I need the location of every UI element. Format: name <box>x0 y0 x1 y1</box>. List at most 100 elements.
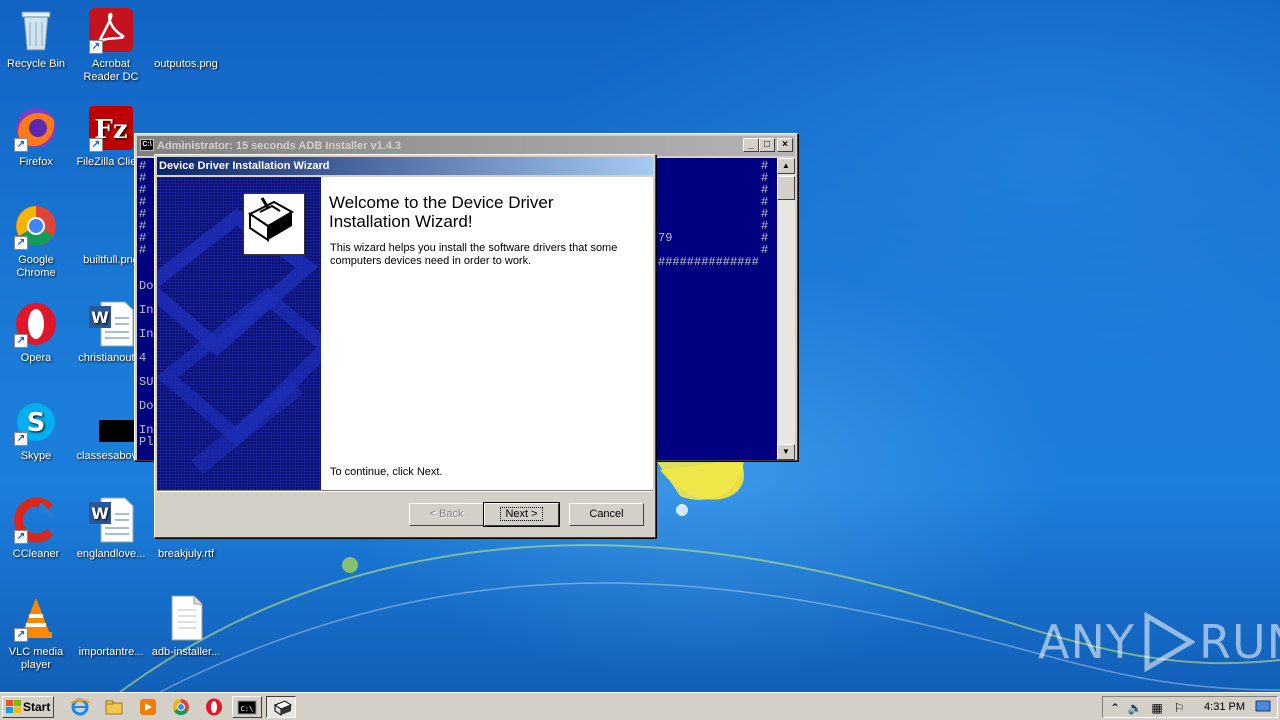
shortcut-arrow-icon: ↗ <box>89 40 103 54</box>
desktop-icon-label: englandlove... <box>76 548 146 560</box>
console-line: SU <box>139 375 154 389</box>
desktop-icon-label: player <box>21 659 51 671</box>
hardware-device-icon <box>243 193 305 255</box>
desktop-icon-englandlove[interactable]: W englandlove... <box>75 496 147 561</box>
console-line: In <box>139 327 154 341</box>
svg-text:W: W <box>91 308 109 327</box>
taskbar-wizard-button[interactable] <box>266 696 296 718</box>
console-hash-row: ############## <box>658 255 759 269</box>
image-file-icon <box>162 6 210 54</box>
firefox-icon: ↗ <box>12 104 60 152</box>
console-scrollbar[interactable]: ▲ ▼ <box>777 158 795 460</box>
desktop-icon-recycle-bin[interactable]: Recycle Bin <box>0 6 72 71</box>
svg-text:S: S <box>27 408 46 438</box>
desktop-icon-google-chrome[interactable]: ↗ Google Chrome <box>0 202 72 280</box>
console-titlebar[interactable]: C:\ Administrator: 15 seconds ADB Instal… <box>137 136 795 156</box>
desktop-icon-label: importantre... <box>78 646 144 658</box>
desktop-icon-vlc[interactable]: ↗ VLC media player <box>0 594 72 672</box>
desktop-icon-label: Recycle Bin <box>6 58 66 70</box>
desktop-icon-label: Skype <box>20 450 52 462</box>
desktop-icon-label: Chrome <box>16 267 56 279</box>
shortcut-arrow-icon: ↗ <box>14 138 28 152</box>
scroll-down-button[interactable]: ▼ <box>777 444 795 460</box>
windows-flag-icon <box>6 700 21 713</box>
desktop-icon-outputos[interactable]: outputos.png <box>150 6 222 71</box>
start-label: Start <box>23 700 51 714</box>
next-button-label: Next > <box>500 507 543 521</box>
console-version-fragment: 79 <box>658 231 673 245</box>
network-icon[interactable]: ▦ <box>1149 700 1165 716</box>
internet-explorer-icon[interactable] <box>70 697 90 717</box>
play-triangle-icon <box>1144 612 1195 672</box>
vlc-icon: ↗ <box>12 594 60 642</box>
desktop-icon-label: Acrobat <box>92 58 130 70</box>
desktop-icon-importantre[interactable]: importantre... <box>75 594 147 659</box>
ccleaner-icon: ↗ <box>12 496 60 544</box>
scroll-up-button[interactable]: ▲ <box>777 158 795 174</box>
svg-text:C:\: C:\ <box>241 705 254 713</box>
shortcut-arrow-icon: ↗ <box>14 530 28 544</box>
chrome-taskbar-icon[interactable] <box>171 697 191 717</box>
clock[interactable]: 4:31 PM <box>1204 701 1245 713</box>
action-center-flag-icon[interactable]: ⚐ <box>1171 700 1187 716</box>
shortcut-arrow-icon: ↗ <box>14 236 28 250</box>
shortcut-arrow-icon: ↗ <box>14 334 28 348</box>
wizard-content: Welcome to the Device Driver Installatio… <box>321 177 653 490</box>
anyrun-watermark: ANY RUN <box>1038 612 1280 672</box>
desktop-icon-label: Firefox <box>19 156 53 168</box>
filezilla-icon: Fz ↗ <box>87 104 135 152</box>
desktop-icon-label: Google <box>18 254 54 266</box>
next-button[interactable]: Next > <box>483 502 560 527</box>
show-hidden-icons-chevron-icon[interactable]: ⌃ <box>1107 700 1123 716</box>
shortcut-arrow-icon: ↗ <box>14 628 28 642</box>
wizard-description: This wizard helps you install the softwa… <box>330 242 618 267</box>
console-line: In <box>139 303 154 317</box>
shortcut-arrow-icon: ↗ <box>89 138 103 152</box>
skype-icon: S ↗ <box>12 398 60 446</box>
opera-icon: ↗ <box>12 300 60 348</box>
wizard-continue-text: To continue, click Next. <box>330 466 443 478</box>
word-document-icon: W <box>87 496 135 544</box>
wizard-heading: Welcome to the Device Driver Installatio… <box>329 193 554 231</box>
wizard-separator <box>157 490 653 492</box>
desktop-icon-adb-installer[interactable]: adb-installer... <box>150 594 222 659</box>
desktop-icon-label: VLC media <box>8 646 64 658</box>
maximize-button[interactable]: □ <box>759 138 775 152</box>
recycle-bin-icon <box>12 6 60 54</box>
desktop-icon-opera[interactable]: ↗ Opera <box>0 300 72 365</box>
show-desktop-icon[interactable] <box>1253 700 1273 716</box>
image-file-icon <box>87 594 135 642</box>
start-button[interactable]: Start <box>2 696 54 718</box>
scroll-thumb[interactable] <box>777 176 795 200</box>
desktop-icon-label: Reader DC <box>83 71 139 83</box>
desktop-icon-firefox[interactable]: ↗ Firefox <box>0 104 72 169</box>
cancel-button[interactable]: Cancel <box>569 503 644 526</box>
image-file-icon <box>87 398 135 446</box>
desktop-icon-label: outputos.png <box>154 58 218 70</box>
taskbar-console-button[interactable]: C:\ <box>232 696 262 718</box>
chrome-icon: ↗ <box>12 202 60 250</box>
desktop-icon-acrobat-reader[interactable]: ↗ Acrobat Reader DC <box>75 6 147 84</box>
command-prompt-icon: C:\ <box>237 700 257 715</box>
wizard-titlebar[interactable]: Device Driver Installation Wizard <box>157 157 653 175</box>
desktop-icon-label: CCleaner <box>12 548 60 560</box>
minimize-button[interactable]: _ <box>743 138 759 152</box>
text-file-icon <box>162 594 210 642</box>
media-player-icon[interactable] <box>138 697 158 717</box>
shortcut-arrow-icon: ↗ <box>14 432 28 446</box>
desktop-icon-ccleaner[interactable]: ↗ CCleaner <box>0 496 72 561</box>
console-hash: # <box>139 243 147 257</box>
back-button[interactable]: < Back <box>409 503 484 526</box>
console-hash: # <box>761 243 769 257</box>
driver-wizard-icon <box>273 700 293 716</box>
device-driver-wizard-dialog[interactable]: Device Driver Installation Wizard Welcom… <box>154 154 656 538</box>
opera-taskbar-icon[interactable] <box>204 697 224 717</box>
volume-icon[interactable]: 🔈 <box>1127 700 1143 716</box>
watermark-text-right: RUN <box>1198 615 1280 669</box>
console-line: Do <box>139 279 154 293</box>
svg-text:W: W <box>91 504 109 523</box>
console-title: Administrator: 15 seconds ADB Installer … <box>157 140 402 152</box>
file-explorer-icon[interactable] <box>104 697 124 717</box>
desktop-icon-skype[interactable]: S ↗ Skype <box>0 398 72 463</box>
close-button[interactable]: × <box>777 138 793 152</box>
